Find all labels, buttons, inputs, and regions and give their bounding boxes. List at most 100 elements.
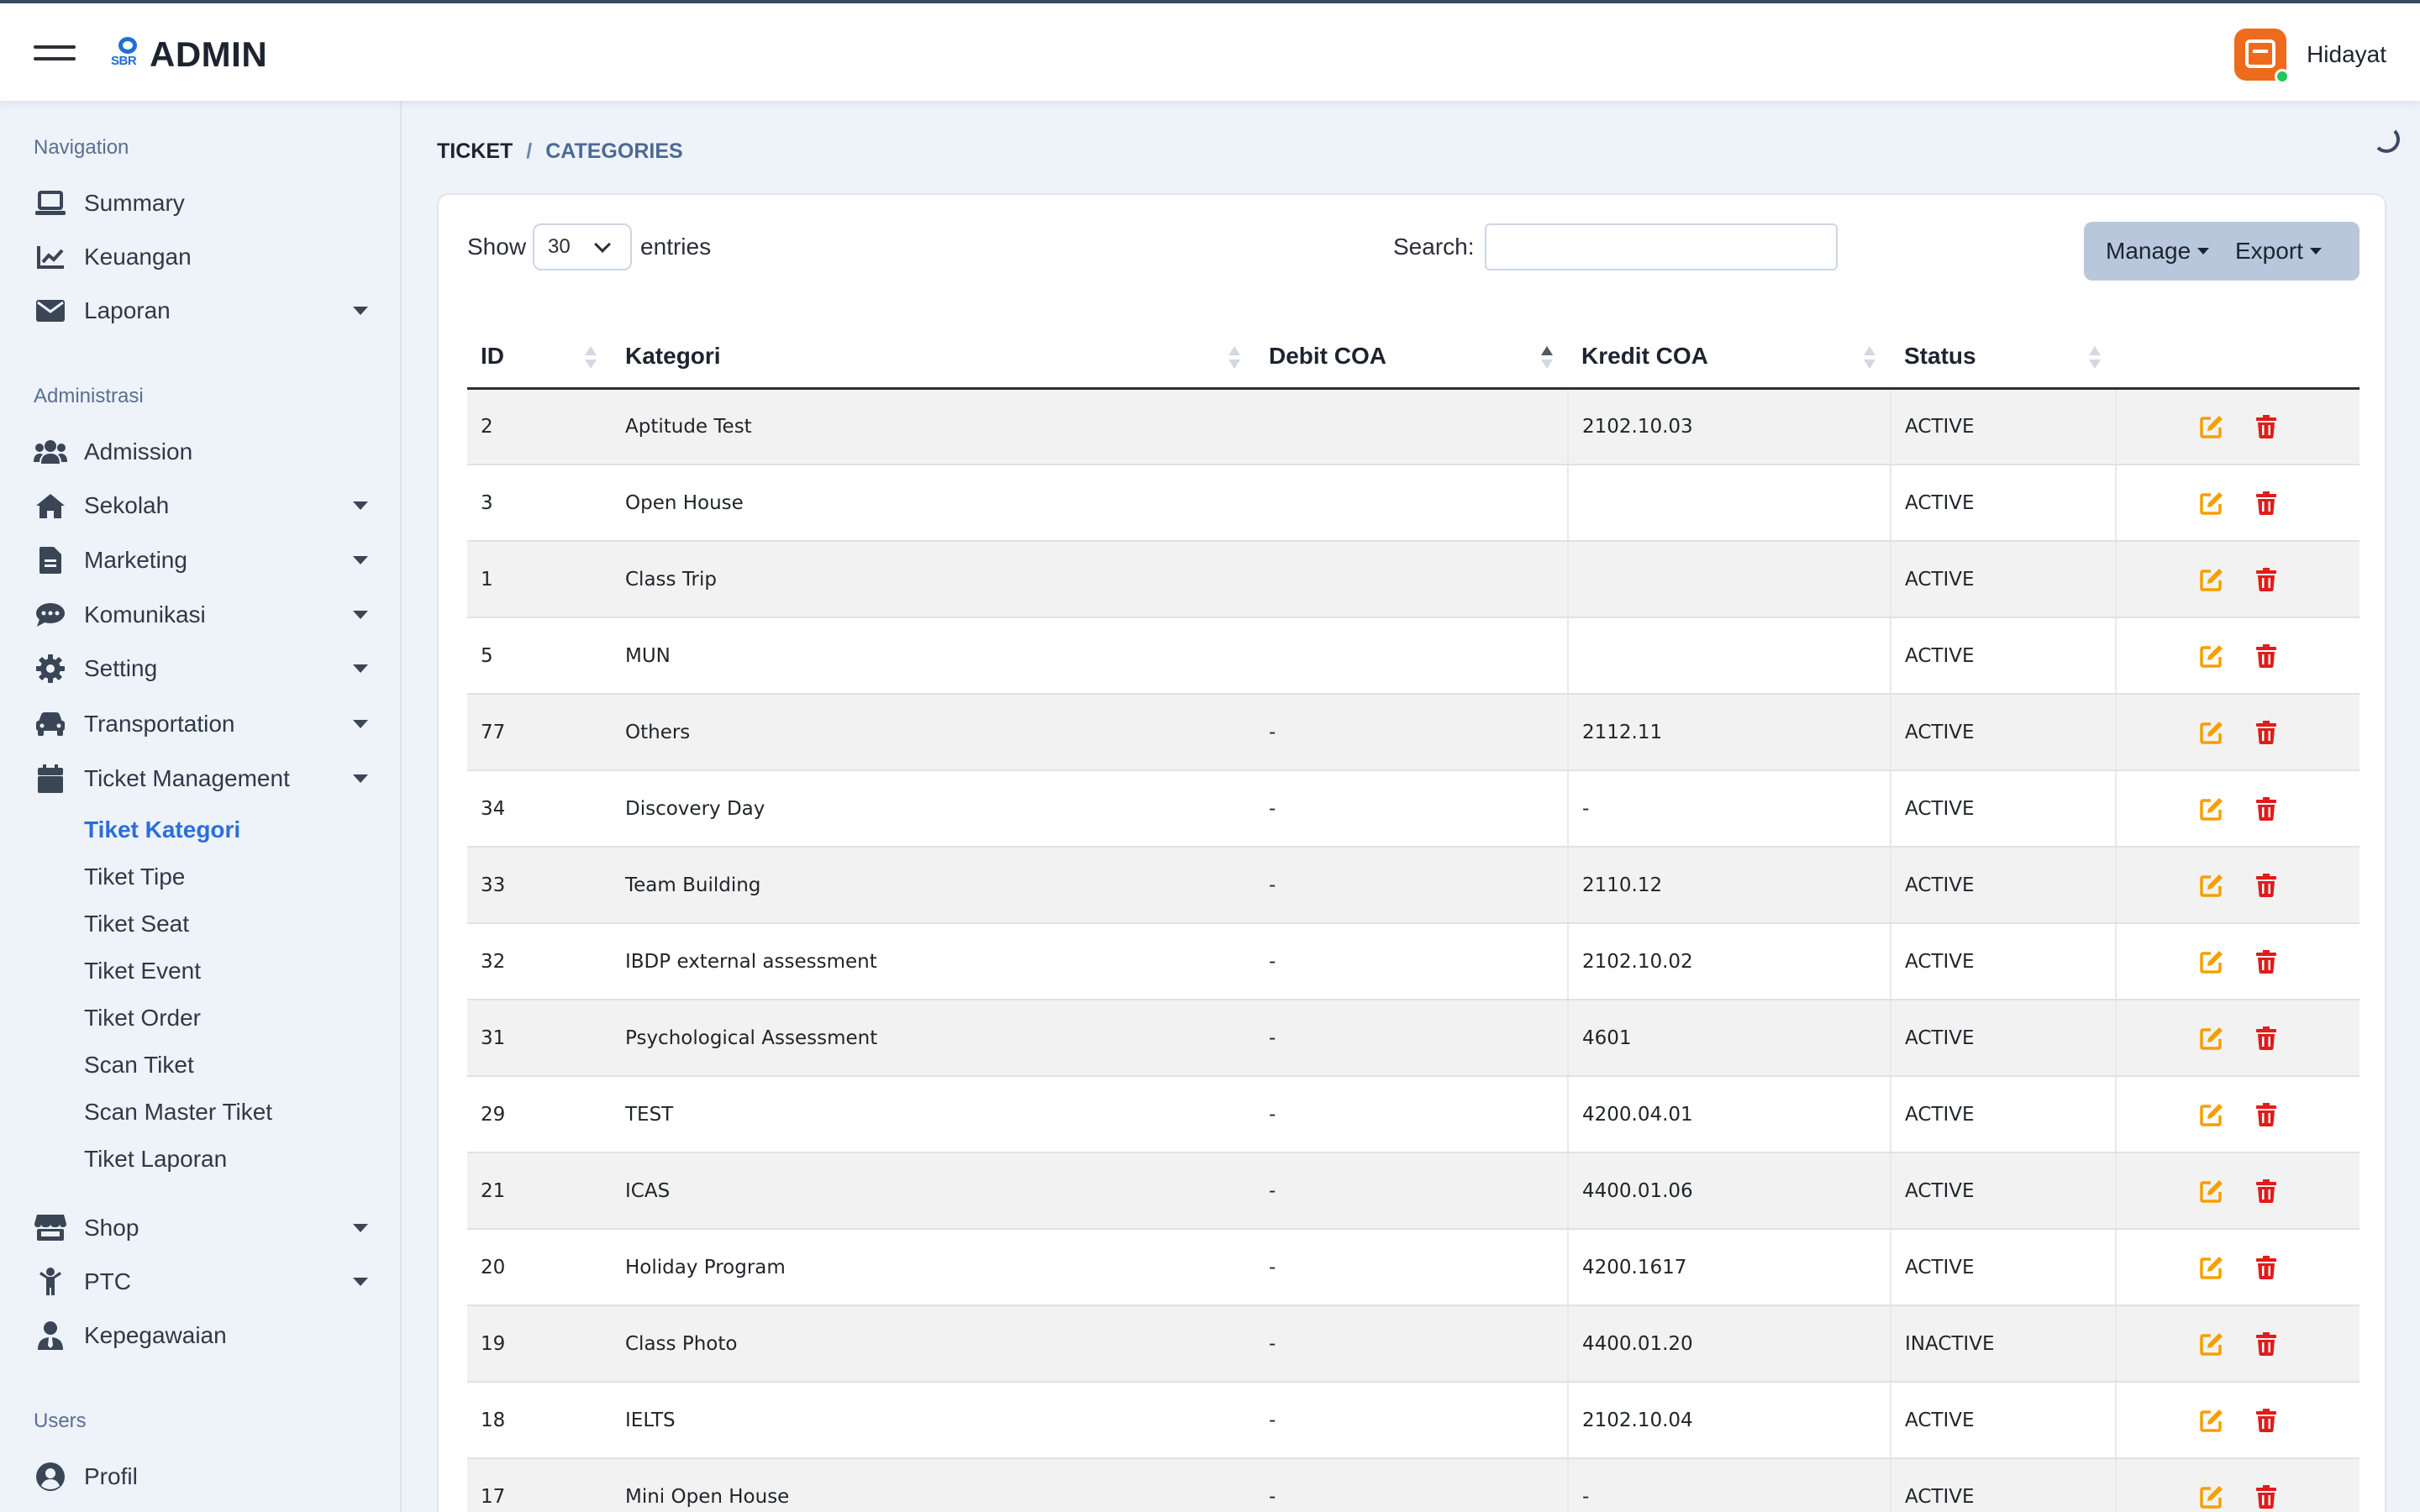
sidebar-subitem-tiket-order[interactable]: Tiket Order bbox=[84, 1005, 201, 1032]
entries-length-control: Show 30 entries bbox=[467, 223, 711, 270]
edit-icon[interactable] bbox=[2199, 796, 2224, 822]
edit-icon[interactable] bbox=[2199, 643, 2224, 669]
sidebar-subitem-tiket-laporan[interactable]: Tiket Laporan bbox=[84, 1146, 227, 1173]
sidebar-item-admission[interactable]: Admission bbox=[34, 428, 378, 475]
user-menu[interactable]: Hidayat bbox=[2234, 29, 2386, 84]
table-row: 21 ICAS -4400.01.06 ACTIVE bbox=[467, 1152, 2360, 1230]
trash-icon[interactable] bbox=[2256, 1255, 2276, 1279]
trash-icon[interactable] bbox=[2256, 1331, 2276, 1356]
column-header-debit-coa[interactable]: Debit COA bbox=[1255, 326, 1568, 390]
sidebar-item-ticket-management[interactable]: Ticket Management bbox=[34, 755, 378, 802]
cell-actions bbox=[2116, 1000, 2360, 1077]
edit-icon[interactable] bbox=[2199, 720, 2224, 745]
edit-icon[interactable] bbox=[2199, 1026, 2224, 1051]
search-input[interactable] bbox=[1484, 223, 1838, 270]
trash-icon[interactable] bbox=[2256, 1179, 2276, 1203]
sidebar-subitem-scan-master-tiket[interactable]: Scan Master Tiket bbox=[84, 1099, 272, 1126]
sidebar-subitem-tiket-kategori[interactable]: Tiket Kategori bbox=[84, 816, 240, 843]
edit-icon[interactable] bbox=[2199, 1484, 2224, 1509]
sidebar-item-profil[interactable]: Profil bbox=[34, 1453, 378, 1500]
sidebar-item-marketing[interactable]: Marketing bbox=[34, 537, 378, 584]
trash-icon[interactable] bbox=[2256, 1026, 2276, 1050]
edit-icon[interactable] bbox=[2199, 949, 2224, 974]
sidebar-subitem-tiket-seat[interactable]: Tiket Seat bbox=[84, 911, 189, 937]
cell-status: ACTIVE bbox=[1891, 1152, 2117, 1230]
sidebar-item-laporan[interactable]: Laporan bbox=[34, 287, 378, 334]
trash-icon[interactable] bbox=[2256, 491, 2276, 515]
column-header-status[interactable]: Status bbox=[1891, 326, 2116, 390]
sidebar-item-kepegawaian[interactable]: Kepegawaian bbox=[34, 1312, 378, 1359]
edit-icon[interactable] bbox=[2199, 873, 2224, 898]
cell-actions bbox=[2116, 1305, 2360, 1383]
table-row: 32 IBDP external assessment -2102.10.02 ACT… bbox=[467, 923, 2360, 1000]
sidebar-item-setting[interactable]: Setting bbox=[34, 645, 378, 692]
sidebar-item-transportation[interactable]: Transportation bbox=[34, 701, 378, 748]
edit-icon[interactable] bbox=[2199, 491, 2224, 516]
trash-icon[interactable] bbox=[2256, 873, 2276, 897]
edit-icon[interactable] bbox=[2199, 567, 2224, 592]
trash-icon[interactable] bbox=[2256, 1102, 2276, 1126]
caret-down-icon bbox=[2309, 248, 2322, 255]
column-header-kategori[interactable]: Kategori bbox=[612, 326, 1255, 390]
trash-icon[interactable] bbox=[2256, 1408, 2276, 1432]
chevron-down-icon bbox=[353, 720, 368, 728]
cell-id: 34 bbox=[467, 770, 612, 848]
cell-actions bbox=[2116, 694, 2360, 771]
sidebar-item-ptc[interactable]: PTC bbox=[34, 1258, 378, 1305]
app-logo[interactable]: SBR ADMIN bbox=[111, 34, 267, 76]
trash-icon[interactable] bbox=[2256, 414, 2276, 438]
sidebar-item-sekolah[interactable]: Sekolah bbox=[34, 482, 378, 529]
sidebar-item-label: Ticket Management bbox=[84, 765, 290, 791]
cell-kredit-coa bbox=[1568, 541, 1891, 618]
sidebar-subitem-scan-tiket[interactable]: Scan Tiket bbox=[84, 1052, 194, 1079]
edit-icon[interactable] bbox=[2199, 414, 2224, 439]
sidebar-item-shop[interactable]: Shop bbox=[34, 1205, 378, 1252]
table-row: 2 Aptitude Test 2102.10.03 ACTIVE bbox=[467, 388, 2360, 465]
column-header-kredit-coa[interactable]: Kredit COA bbox=[1568, 326, 1891, 390]
sidebar-item-summary[interactable]: Summary bbox=[34, 180, 378, 227]
hamburger-menu-icon[interactable] bbox=[34, 42, 76, 64]
users-icon bbox=[34, 435, 67, 469]
cell-actions bbox=[2116, 1458, 2360, 1512]
breadcrumb: TICKET / CATEGORIES bbox=[437, 139, 683, 164]
sidebar-subitem-tiket-tipe[interactable]: Tiket Tipe bbox=[84, 864, 185, 890]
cell-kredit-coa: 2102.10.04 bbox=[1568, 1382, 1891, 1459]
edit-icon[interactable] bbox=[2199, 1408, 2224, 1433]
app-title: ADMIN bbox=[150, 34, 268, 74]
edit-icon[interactable] bbox=[2199, 1331, 2224, 1357]
manage-dropdown-button[interactable]: Manage bbox=[2084, 222, 2222, 281]
child-icon bbox=[34, 1265, 67, 1299]
edit-icon[interactable] bbox=[2199, 1179, 2224, 1204]
cell-actions bbox=[2116, 1076, 2360, 1153]
cell-kategori: Class Trip bbox=[612, 541, 1255, 618]
export-dropdown-button[interactable]: Export bbox=[2222, 222, 2360, 281]
home-icon bbox=[34, 489, 67, 522]
edit-icon[interactable] bbox=[2199, 1102, 2224, 1127]
column-header-id[interactable]: ID bbox=[467, 326, 612, 390]
sidebar-item-keuangan[interactable]: Keuangan bbox=[34, 234, 378, 281]
cell-debit-coa: - bbox=[1255, 1152, 1569, 1230]
cell-kredit-coa: 4400.01.20 bbox=[1568, 1305, 1891, 1383]
manage-label: Manage bbox=[2106, 238, 2191, 264]
trash-icon[interactable] bbox=[2256, 720, 2276, 744]
table-body: 2 Aptitude Test 2102.10.03 ACTIVE 3 Open Hous… bbox=[467, 388, 2360, 1512]
trash-icon[interactable] bbox=[2256, 567, 2276, 591]
chevron-down-icon bbox=[353, 774, 368, 783]
trash-icon[interactable] bbox=[2256, 1484, 2276, 1509]
trash-icon[interactable] bbox=[2256, 949, 2276, 974]
cell-debit-coa: - bbox=[1255, 694, 1569, 771]
cell-actions bbox=[2116, 465, 2360, 542]
breadcrumb-root[interactable]: TICKET bbox=[437, 139, 513, 164]
cell-id: 19 bbox=[467, 1305, 612, 1383]
breadcrumb-separator: / bbox=[526, 139, 533, 163]
trash-icon[interactable] bbox=[2256, 643, 2276, 668]
cell-debit-coa: - bbox=[1255, 1305, 1569, 1383]
sidebar-subitem-tiket-event[interactable]: Tiket Event bbox=[84, 958, 201, 984]
entries-select[interactable]: 30 bbox=[533, 223, 633, 270]
trash-icon[interactable] bbox=[2256, 796, 2276, 821]
avatar[interactable] bbox=[2234, 29, 2291, 84]
caret-down-icon bbox=[2197, 248, 2210, 255]
cell-status: ACTIVE bbox=[1891, 770, 2117, 848]
sidebar-item-komunikasi[interactable]: Komunikasi bbox=[34, 591, 378, 638]
edit-icon[interactable] bbox=[2199, 1255, 2224, 1280]
